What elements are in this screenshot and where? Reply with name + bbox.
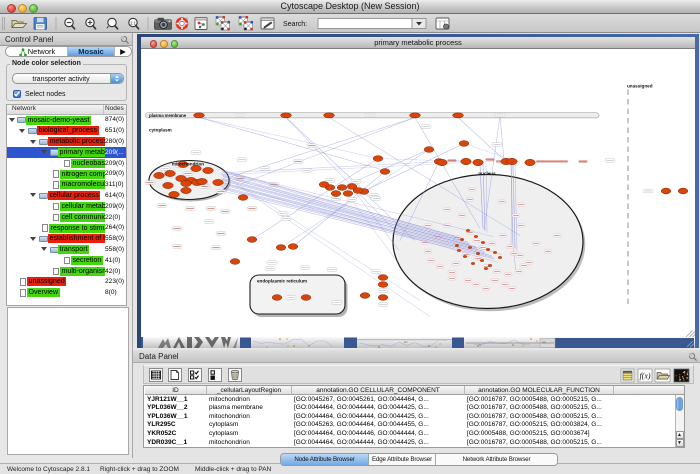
svg-text:plasma membrane: plasma membrane <box>149 112 187 117</box>
svg-text:mitochondrion: mitochondrion <box>172 161 204 166</box>
svg-text:endoplasmic reticulum: endoplasmic reticulum <box>257 278 307 283</box>
svg-text:nucleus: nucleus <box>478 171 496 176</box>
svg-text:f(x): f(x) <box>639 371 650 380</box>
svg-text:unassigned: unassigned <box>627 83 653 88</box>
svg-text:cytoplasm: cytoplasm <box>149 127 172 132</box>
svg-text:Search:: Search: <box>283 21 307 28</box>
svg-text:1:1: 1:1 <box>130 20 136 25</box>
